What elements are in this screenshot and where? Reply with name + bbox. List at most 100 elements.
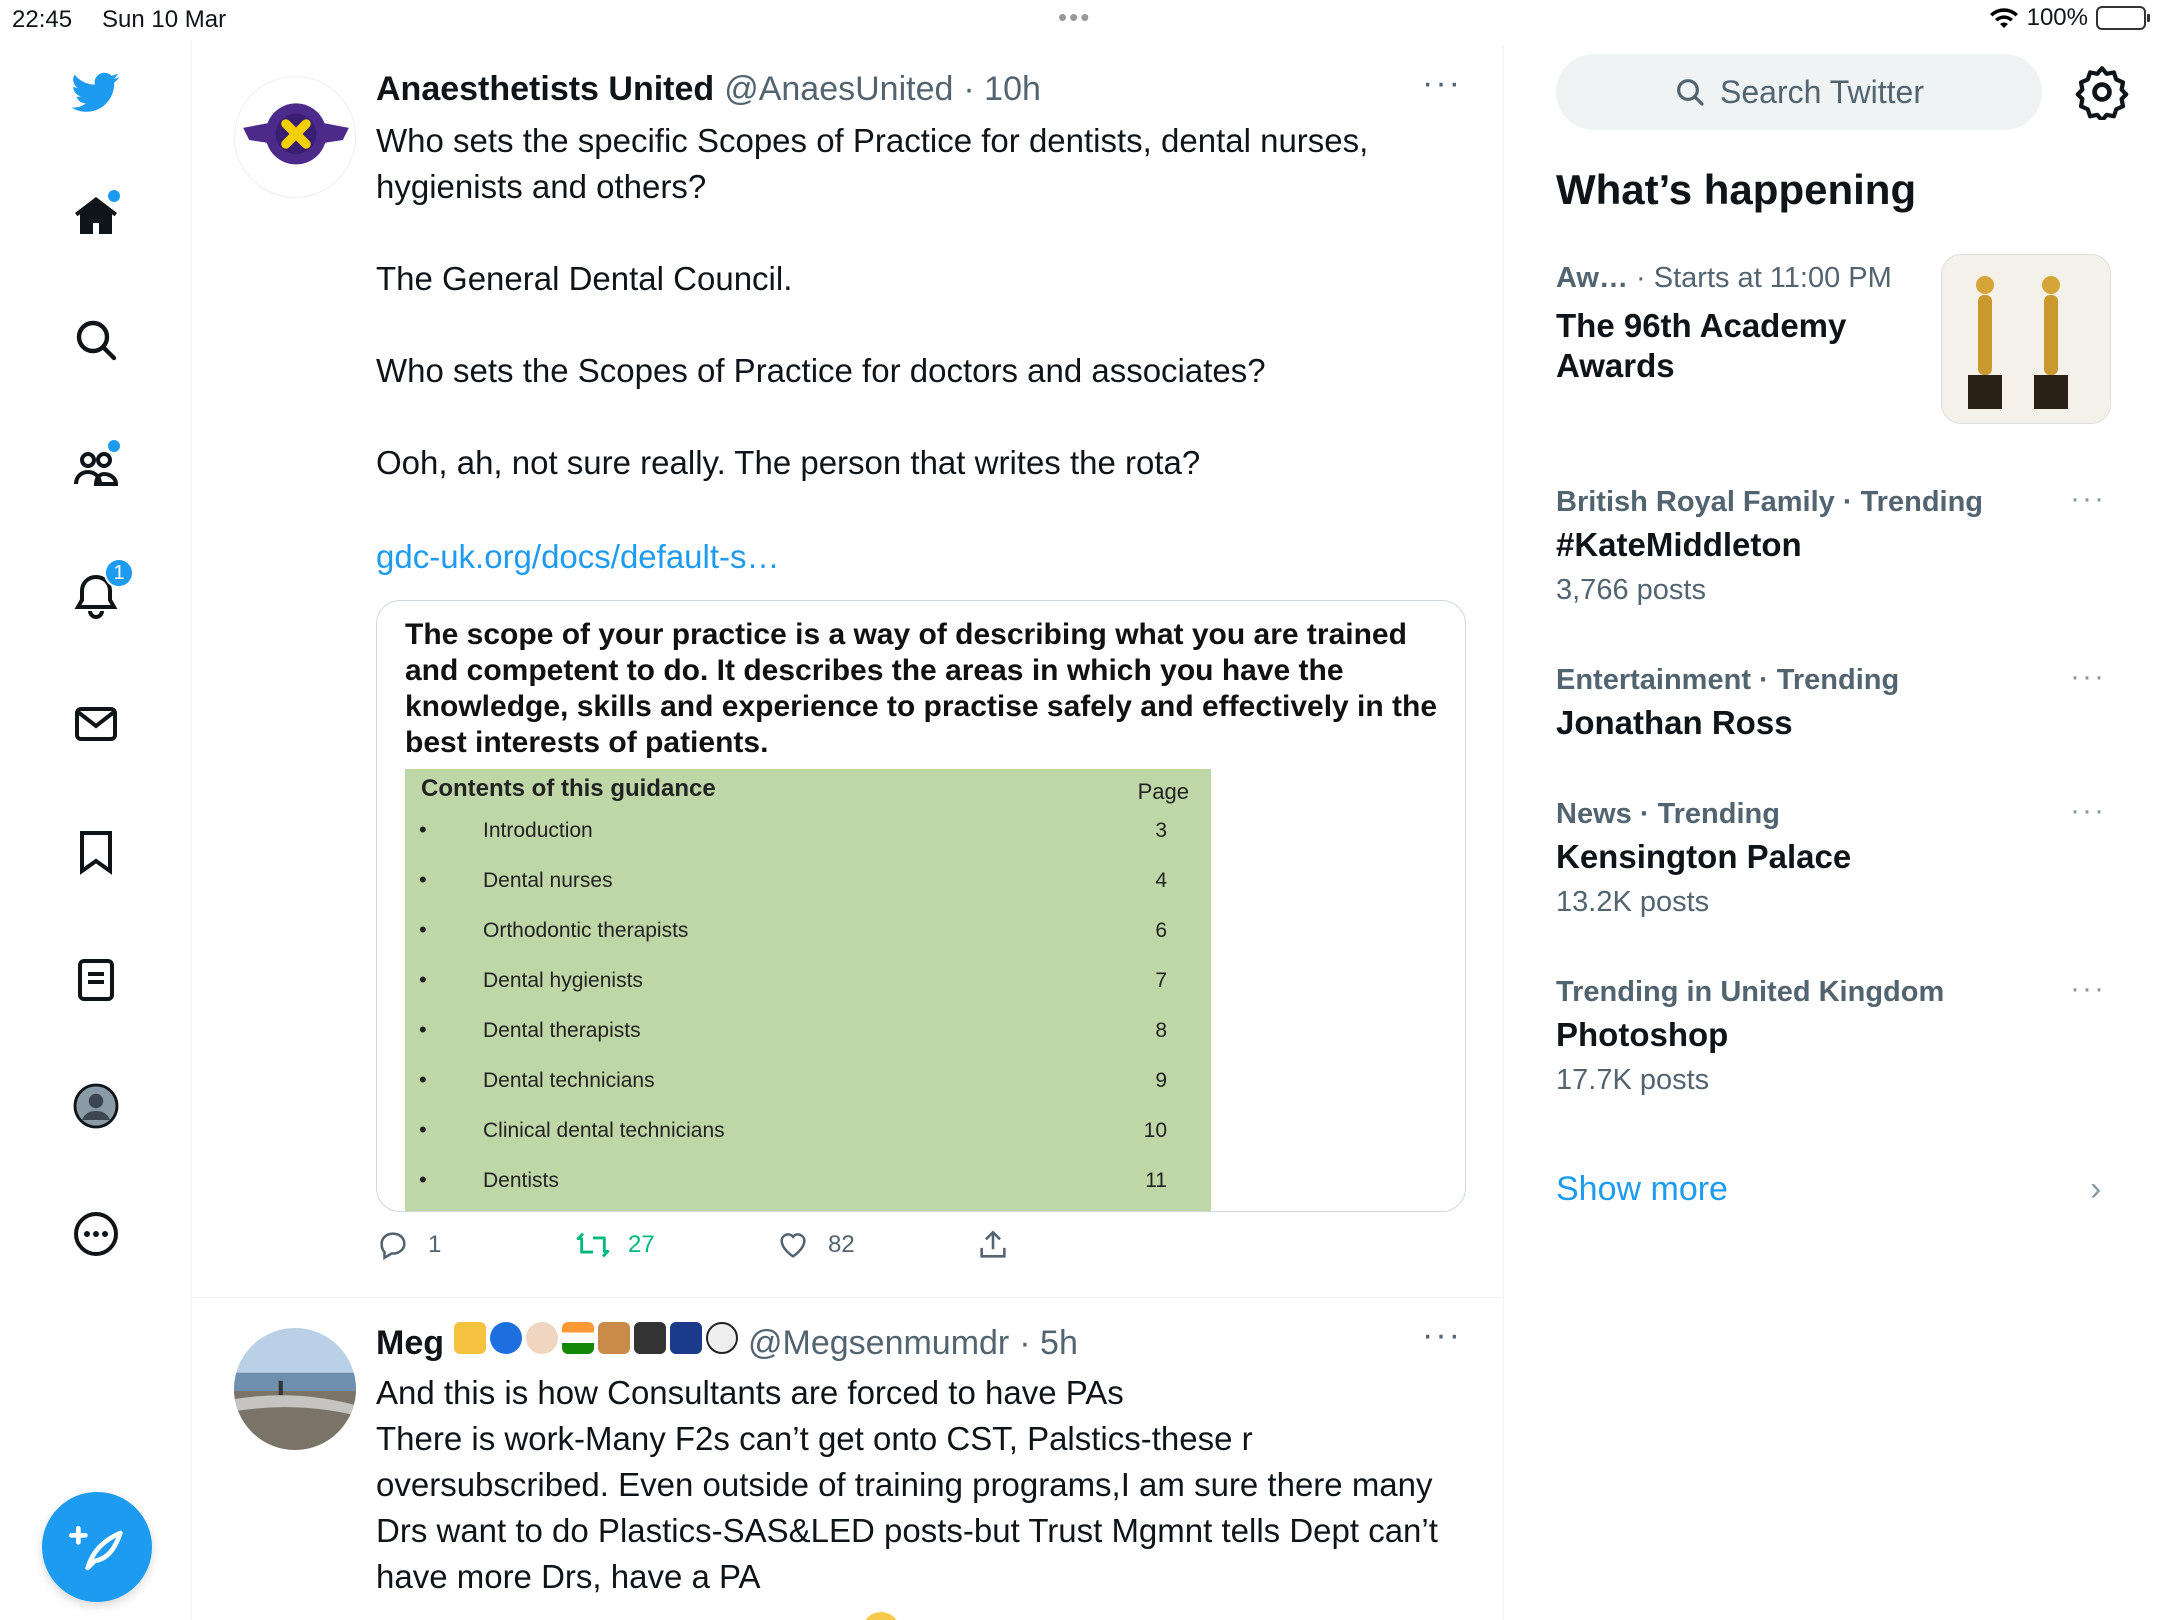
contents-row: • Orthodontic therapists 6: [405, 907, 1211, 957]
trend-posts: 17.7K posts: [1556, 1064, 1710, 1096]
tweet-text: Who sets the specific Scopes of Practice…: [376, 122, 1369, 481]
contents-row: • Dentists 11: [405, 1157, 1211, 1207]
trend-item[interactable]: Trending in United Kingdom Photoshop 17.…: [1556, 972, 2106, 1102]
contents-table: Contents of this guidance Page • Introdu…: [405, 769, 1211, 1211]
avatar[interactable]: [234, 1328, 356, 1450]
avatar[interactable]: [234, 76, 356, 198]
row-bullet: •: [419, 967, 427, 992]
cricket-icon: [598, 1322, 630, 1354]
eye-roll-emoji-icon: [862, 1612, 900, 1620]
row-page: 10: [1143, 1119, 1167, 1142]
more-icon[interactable]: [64, 1202, 128, 1266]
retweet-icon: [576, 1232, 610, 1258]
search-icon: [1677, 79, 1704, 106]
tweet-more-icon[interactable]: ···: [1422, 1316, 1462, 1355]
communities-icon[interactable]: [64, 436, 128, 500]
row-label: Introduction: [483, 819, 593, 842]
trend-more-icon[interactable]: ···: [2070, 794, 2106, 828]
family-emoji-icon: [454, 1322, 486, 1354]
battery-icon: [2096, 6, 2150, 30]
tweet-author-name[interactable]: Anaesthetists United: [376, 70, 714, 109]
battery-percent: 100%: [2026, 4, 2088, 31]
tweet-author-handle[interactable]: @AnaesUnited: [724, 70, 953, 109]
trend-more-icon[interactable]: ···: [2070, 482, 2106, 516]
chevron-right-icon: ›: [2090, 1170, 2102, 1208]
tweet-text: And this is how Consultants are forced t…: [376, 1374, 1438, 1595]
contents-row: • Dental technicians 9: [405, 1057, 1211, 1107]
tweet-timestamp[interactable]: · 10h: [963, 70, 1041, 109]
like-button[interactable]: 82: [776, 1228, 855, 1262]
page-column-header: Page: [1137, 779, 1189, 804]
trend-name: Kensington Palace: [1556, 838, 1852, 875]
retweet-button[interactable]: 27: [576, 1228, 655, 1262]
search-input[interactable]: Search Twitter: [1556, 54, 2042, 130]
beach-photo-avatar: [234, 1328, 356, 1450]
anaesthetists-united-logo: [243, 103, 349, 165]
left-navigation: 1: [0, 40, 192, 1620]
movie-camera-icon: [634, 1322, 666, 1354]
row-bullet: •: [419, 1017, 427, 1042]
row-bullet: •: [419, 1167, 427, 1192]
trend-event-academy-awards[interactable]: Aw… · Starts at 11:00 PM The 96th Academ…: [1556, 254, 2111, 436]
tweet[interactable]: Anaesthetists United @AnaesUnited · 10h …: [192, 46, 1503, 1298]
reply-icon: [380, 1232, 406, 1261]
woman-doctor-icon: [526, 1322, 558, 1354]
india-flag-icon: [562, 1322, 594, 1354]
row-label: Orthodontic therapists: [483, 919, 689, 942]
compose-icon: [69, 1526, 123, 1571]
contents-row: • Dental nurses 4: [405, 857, 1211, 907]
event-category: Aw…: [1556, 262, 1628, 294]
link-card-image[interactable]: The scope of your practice is a way of d…: [376, 600, 1466, 1212]
like-count: 82: [828, 1231, 855, 1258]
gear-icon[interactable]: [2074, 64, 2130, 120]
bell-icon[interactable]: 1: [64, 558, 134, 628]
row-bullet: •: [419, 1117, 427, 1142]
row-label: Clinical dental technicians: [483, 1119, 725, 1142]
reply-button[interactable]: 1: [376, 1228, 441, 1262]
tweet[interactable]: Meg @Megsenmumdr · 5h ··· And this is ho…: [192, 1298, 1503, 1620]
row-page: 7: [1155, 969, 1167, 992]
home-unread-dot: [108, 190, 120, 202]
profile-icon[interactable]: [64, 1074, 128, 1138]
contents-row: • Dental hygienists 7: [405, 957, 1211, 1007]
tweet-more-icon[interactable]: ···: [1422, 64, 1462, 103]
trend-more-icon[interactable]: ···: [2070, 972, 2106, 1006]
trend-category: British Royal Family · Trending: [1556, 486, 1984, 518]
trend-name: Photoshop: [1556, 1016, 1729, 1053]
whats-happening-heading: What’s happening: [1556, 166, 1917, 213]
search-nav-icon[interactable]: [64, 308, 128, 372]
tweet-link[interactable]: gdc-uk.org/docs/default-s…: [376, 534, 1456, 580]
row-label: Dental hygienists: [483, 969, 643, 992]
notifications-badge: 1: [104, 558, 134, 588]
communities-unread-dot: [108, 440, 120, 452]
reply-count: 1: [428, 1231, 442, 1258]
bookmark-icon[interactable]: [64, 820, 128, 884]
status-date: Sun 10 Mar: [102, 6, 227, 33]
like-icon: [780, 1233, 806, 1258]
show-more-link[interactable]: Show more: [1556, 1170, 1728, 1209]
compose-button[interactable]: [42, 1492, 152, 1602]
trend-item[interactable]: News · Trending Kensington Palace 13.2K …: [1556, 794, 2106, 924]
trend-item[interactable]: British Royal Family · Trending #KateMid…: [1556, 482, 2106, 612]
tweet-author-handle[interactable]: @Megsenmumdr: [748, 1324, 1009, 1363]
trend-more-icon[interactable]: ···: [2070, 660, 2106, 694]
contents-row: • Clinical dental technicians 10: [405, 1107, 1211, 1157]
trend-name: Jonathan Ross: [1556, 704, 1793, 741]
trend-category: Trending in United Kingdom: [1556, 976, 1945, 1008]
mail-icon[interactable]: [64, 692, 128, 756]
lists-icon[interactable]: [64, 948, 128, 1012]
multitasking-dots-icon[interactable]: •••: [1058, 2, 1091, 33]
share-button[interactable]: [976, 1228, 1010, 1262]
tweet-author-name[interactable]: Meg: [376, 1324, 444, 1363]
trend-item[interactable]: Entertainment · Trending Jonathan Ross ·…: [1556, 660, 2106, 746]
tweet-timestamp[interactable]: · 5h: [1019, 1324, 1078, 1363]
trend-name: #KateMiddleton: [1556, 526, 1802, 563]
twitter-logo-icon[interactable]: [64, 60, 128, 124]
share-icon: [980, 1230, 1006, 1258]
row-bullet: •: [419, 817, 427, 842]
trend-posts: 3,766 posts: [1556, 574, 1706, 606]
trend-category: Entertainment · Trending: [1556, 664, 1900, 696]
home-icon[interactable]: [64, 184, 128, 248]
home-timeline: Anaesthetists United @AnaesUnited · 10h …: [192, 46, 1504, 1620]
row-label: Dentists: [483, 1169, 559, 1192]
